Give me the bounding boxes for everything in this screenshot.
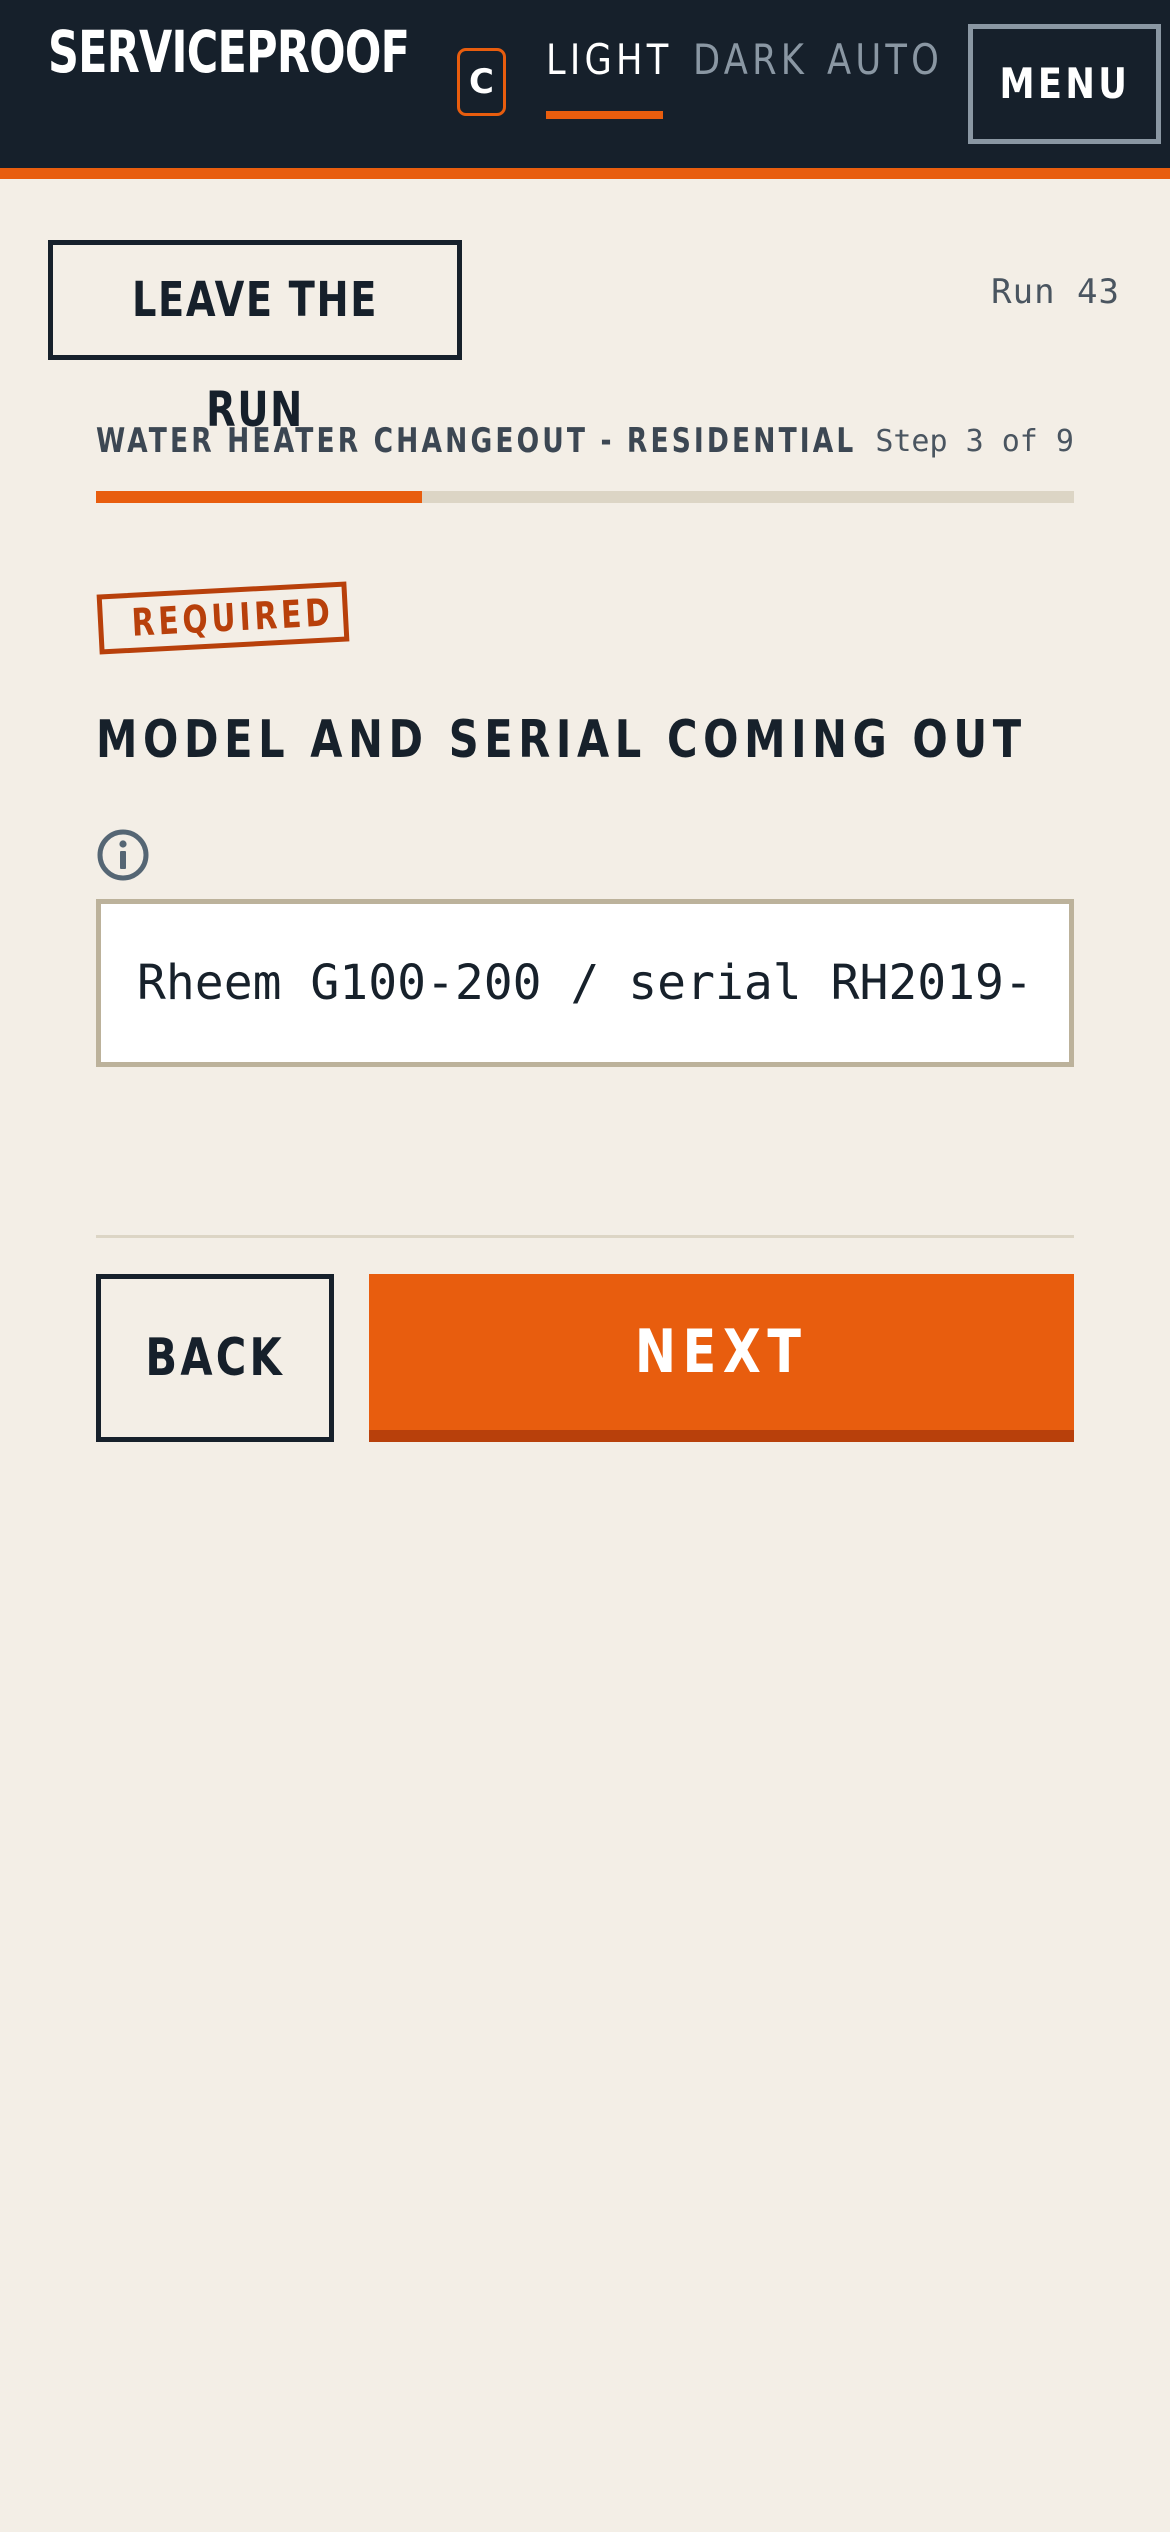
leave-run-button[interactable]: LEAVE THE RUN <box>48 240 462 438</box>
progress-bar <box>96 491 1074 503</box>
divider <box>96 1235 1074 1238</box>
model-serial-input[interactable] <box>96 899 1074 1067</box>
theme-tab-auto[interactable]: AUTO <box>827 30 965 90</box>
field-label-text: MODEL AND SERIAL COMING OUT <box>96 710 1027 770</box>
theme-tab-auto-label: AUTO <box>827 35 944 84</box>
top-bar: SERVICEPROOF C LIGHT DARK AUTO MENU <box>0 0 1170 168</box>
next-button[interactable]: NEXT <box>369 1274 1074 1442</box>
next-button-label: NEXT <box>635 1317 808 1387</box>
mode-chip[interactable]: C <box>457 48 506 116</box>
theme-tab-dark-label: DARK <box>693 35 809 84</box>
menu-button-label: MENU <box>999 59 1130 108</box>
progress-fill <box>96 491 422 503</box>
required-badge: REQUIRED <box>96 581 350 655</box>
theme-tab-dark[interactable]: DARK <box>693 30 830 90</box>
brand-logo[interactable]: SERVICEPROOF <box>48 22 410 82</box>
procedure-title-text: WATER HEATER CHANGEOUT - RESIDENTIAL <box>96 421 857 461</box>
run-number: Run 43 <box>991 272 1120 312</box>
theme-tab-light[interactable]: LIGHT <box>546 30 697 90</box>
field-label: MODEL AND SERIAL COMING OUT <box>96 708 1170 772</box>
theme-tab-light-label: LIGHT <box>546 35 673 84</box>
required-badge-label: REQUIRED <box>130 590 335 645</box>
back-button[interactable]: BACK <box>96 1274 334 1442</box>
back-button-label: BACK <box>145 1328 285 1388</box>
menu-button[interactable]: MENU <box>968 24 1161 144</box>
active-tab-indicator <box>546 111 663 119</box>
step-counter: Step 3 of 9 <box>875 424 1074 459</box>
header-accent-stripe <box>0 168 1170 179</box>
info-icon[interactable] <box>96 828 150 882</box>
